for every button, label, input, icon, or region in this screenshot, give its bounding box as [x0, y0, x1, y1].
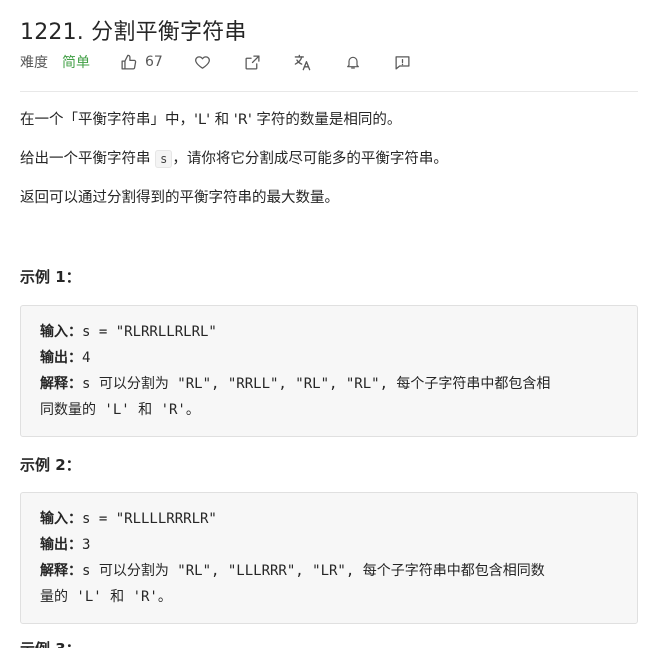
example-1-title: 示例 1：	[20, 268, 81, 286]
example-1-input-line: 输入：s = "RLRRLLRLRL"	[40, 319, 618, 345]
example-1-explain-1: s 可以分割为 "RL", "RRLL", "RL", "RL", 每个子字符串…	[82, 376, 551, 392]
share-button[interactable]	[243, 52, 263, 72]
example-1-explain-line: 解释：s 可以分割为 "RL", "RRLL", "RL", "RL", 每个子…	[40, 371, 618, 397]
description-paragraph-2: 给出一个平衡字符串 s ，请你将它分割成尽可能多的平衡字符串。	[20, 147, 638, 171]
p2-text-after: ，请你将它分割成尽可能多的平衡字符串。	[172, 151, 448, 167]
example-2-explain-line-2: 量的 'L' 和 'R'。	[40, 589, 172, 605]
thumbs-up-icon	[121, 54, 137, 70]
like-button[interactable]: 67	[120, 54, 163, 71]
like-count: 67	[145, 54, 163, 70]
problem-description: 在一个「平衡字符串」中，'L' 和 'R' 字符的数量是相同的。 给出一个平衡字…	[20, 108, 638, 225]
input-label: 输入：	[40, 324, 82, 340]
output-label: 输出：	[40, 350, 82, 366]
example-1-explain-line-2: 同数量的 'L' 和 'R'。	[40, 402, 200, 418]
problem-title: 1221. 分割平衡字符串	[20, 20, 247, 45]
example-2-output: 3	[82, 537, 91, 553]
example-2-explain-1: s 可以分割为 "RL", "LLLRRR", "LR", 每个子字符串中都包含…	[82, 563, 545, 579]
output-label: 输出：	[40, 537, 82, 553]
bell-icon	[346, 56, 359, 69]
example-3-title: 示例 3：	[20, 638, 81, 648]
description-paragraph-1: 在一个「平衡字符串」中，'L' 和 'R' 字符的数量是相同的。	[20, 112, 402, 128]
heart-icon	[195, 55, 211, 69]
explain-label: 解释：	[40, 563, 82, 579]
example-1-output: 4	[82, 350, 91, 366]
difficulty-badge: 简单	[62, 55, 90, 71]
example-2-output-line: 输出：3	[40, 532, 618, 558]
input-label: 输入：	[40, 511, 82, 527]
example-1-output-line: 输出：4	[40, 345, 618, 371]
translate-icon	[295, 54, 311, 70]
example-2-block: 输入：s = "RLLLLRRRLR" 输出：3 解释：s 可以分割为 "RL"…	[20, 492, 638, 624]
header-divider	[20, 91, 638, 92]
notification-button[interactable]	[343, 52, 363, 72]
example-2-input-line: 输入：s = "RLLLLRRRLR"	[40, 506, 618, 532]
example-1-input: s = "RLRRLLRLRL"	[82, 324, 217, 340]
difficulty-label: 难度	[20, 55, 48, 71]
share-icon	[245, 54, 260, 70]
favorite-button[interactable]	[193, 52, 213, 72]
feedback-icon	[395, 55, 410, 70]
example-2-title: 示例 2：	[20, 456, 81, 474]
example-1-block: 输入：s = "RLRRLLRLRL" 输出：4 解释：s 可以分割为 "RL"…	[20, 305, 638, 437]
explain-label: 解释：	[40, 376, 82, 392]
feedback-button[interactable]	[393, 52, 413, 72]
example-2-explain-line: 解释：s 可以分割为 "RL", "LLLRRR", "LR", 每个子字符串中…	[40, 558, 618, 584]
description-paragraph-3: 返回可以通过分割得到的平衡字符串的最大数量。	[20, 190, 339, 206]
example-2-input: s = "RLLLLRRRLR"	[82, 511, 217, 527]
inline-code-s: s	[155, 150, 173, 168]
problem-meta-bar: 难度 简单 67	[20, 50, 413, 74]
p2-text-before: 给出一个平衡字符串	[20, 151, 156, 167]
translate-button[interactable]	[293, 52, 313, 72]
